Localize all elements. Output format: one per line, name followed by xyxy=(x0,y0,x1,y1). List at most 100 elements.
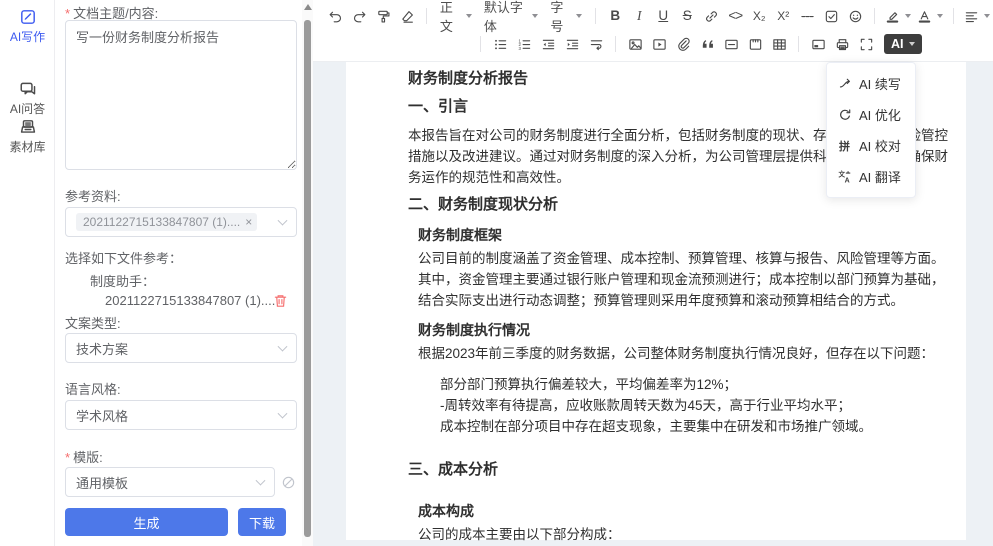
topic-input[interactable]: 写一份财务制度分析报告 xyxy=(65,20,297,170)
underline-icon[interactable]: U xyxy=(652,5,674,27)
sidebar-item-label: AI写作 xyxy=(0,28,55,45)
video-icon[interactable] xyxy=(648,33,670,55)
undo-icon[interactable] xyxy=(324,5,346,27)
inline-code-icon[interactable]: <> xyxy=(724,5,746,27)
download-button[interactable]: 下载 xyxy=(238,508,286,536)
fullscreen-icon[interactable] xyxy=(855,33,877,55)
remove-tag-icon[interactable] xyxy=(245,215,252,229)
style-label: 语言风格: xyxy=(65,379,121,398)
template-status-icon xyxy=(281,475,296,490)
scroll-up-arrow-icon[interactable] xyxy=(304,4,312,10)
ai-translate-icon: 文A xyxy=(837,169,852,184)
reference-select[interactable]: 2021122715133847807 (1).... xyxy=(65,207,297,237)
ai-menu-item-label: AI 续写 xyxy=(859,74,901,93)
todo-list-icon[interactable] xyxy=(820,5,842,27)
ai-menu-item[interactable]: AI 优化 xyxy=(827,99,915,130)
chevron-down-icon xyxy=(256,476,266,486)
doc-paragraph: 根据2023年前三季度的财务数据，公司整体财务制度执行情况良好，但存在以下问题： xyxy=(408,343,956,364)
doc-type-select[interactable]: 技术方案 xyxy=(65,333,297,363)
sidebar: AI写作 AI问答素材库 xyxy=(0,0,55,546)
toolbar-divider xyxy=(953,8,954,24)
table-icon[interactable] xyxy=(768,33,790,55)
ai-menu-item-label: AI 优化 xyxy=(859,105,901,124)
editor: 正文默认字体字号BIUS<>X₂X² 123AI 财务制度分析报告一、引言本报告… xyxy=(313,0,993,546)
sidebar-item-3[interactable]: 素材库 xyxy=(0,118,55,155)
strikethrough-icon[interactable]: S xyxy=(676,5,698,27)
file-row: 2021122715133847807 (1).... xyxy=(55,293,302,308)
ai-menu-item[interactable]: 拼AI 校对 xyxy=(827,130,915,161)
caret-down-icon xyxy=(905,14,911,18)
toolbar-divider xyxy=(798,36,799,52)
required-asterisk: * xyxy=(65,6,70,21)
card-icon[interactable] xyxy=(807,33,829,55)
attachment-icon[interactable] xyxy=(672,33,694,55)
write-icon xyxy=(19,8,37,26)
bullet-list-icon[interactable] xyxy=(489,33,511,55)
doc-heading: 三、成本分析 xyxy=(408,459,956,481)
doc-list: 部分部门预算执行偏差较大，平均偏差率为12%；-周转效率有待提高，应收账款周转天… xyxy=(408,374,956,437)
align-icon[interactable] xyxy=(962,5,992,27)
toolbar-select[interactable]: 默认字体 xyxy=(484,0,539,35)
redo-icon[interactable] xyxy=(348,5,370,27)
ai-menu-item-label: AI 翻译 xyxy=(859,167,901,186)
library-icon xyxy=(19,118,37,136)
highlight-color-icon[interactable] xyxy=(883,5,913,27)
sidebar-item-label: 素材库 xyxy=(0,138,55,155)
format-painter-icon[interactable] xyxy=(372,5,394,27)
bold-icon[interactable]: B xyxy=(604,5,626,27)
required-asterisk: * xyxy=(65,450,70,465)
doc-list-item: 成本控制在部分项目中存在超支现象，主要集中在研发和市场推广领域。 xyxy=(440,416,956,437)
ai-menu-button[interactable]: AI xyxy=(884,34,922,54)
caret-down-icon xyxy=(937,14,943,18)
caret-down-icon xyxy=(984,14,990,18)
sidebar-item-1[interactable]: AI写作 xyxy=(0,8,55,45)
toolbar-divider xyxy=(615,36,616,52)
emoji-icon[interactable] xyxy=(844,5,866,27)
assistant-label: 制度助手： xyxy=(90,271,155,290)
eraser-icon[interactable] xyxy=(396,5,418,27)
sidebar-item-2[interactable]: AI问答 xyxy=(0,80,55,117)
reference-tag: 2021122715133847807 (1).... xyxy=(76,213,257,231)
trash-icon[interactable] xyxy=(273,293,288,308)
font-color-icon[interactable] xyxy=(915,5,945,27)
toolbar-divider xyxy=(874,8,875,24)
ai-menu-item[interactable]: AI 续写 xyxy=(827,68,915,99)
print-icon[interactable] xyxy=(831,33,853,55)
line-wrap-icon[interactable] xyxy=(585,33,607,55)
ai-continue-icon xyxy=(837,76,852,91)
page-break-icon[interactable] xyxy=(744,33,766,55)
reference-label: 参考资料: xyxy=(65,186,121,205)
superscript-icon[interactable]: X² xyxy=(772,5,794,27)
form-panel: *文档主题/内容: 写一份财务制度分析报告 参考资料: 202112271513… xyxy=(55,0,302,546)
ordered-list-icon[interactable]: 123 xyxy=(513,33,535,55)
chevron-down-icon xyxy=(278,409,288,419)
toolbar-divider xyxy=(595,8,596,24)
sidebar-item-label: AI问答 xyxy=(0,100,55,117)
horizontal-rule-icon[interactable] xyxy=(796,5,818,27)
italic-icon[interactable]: I xyxy=(628,5,650,27)
chevron-down-icon xyxy=(278,216,288,226)
caret-down-icon xyxy=(466,14,472,18)
svg-text:A: A xyxy=(844,177,849,183)
toolbar-select[interactable]: 字号 xyxy=(550,0,582,35)
indent-increase-icon[interactable] xyxy=(561,33,583,55)
toolbar-select[interactable]: 正文 xyxy=(440,0,472,35)
link-icon[interactable] xyxy=(700,5,722,27)
toolbar-divider xyxy=(480,36,481,52)
divider-block-icon[interactable] xyxy=(720,33,742,55)
style-select[interactable]: 学术风格 xyxy=(65,400,297,430)
ai-menu-item-label: AI 校对 xyxy=(859,136,901,155)
template-select[interactable]: 通用模板 xyxy=(65,467,275,497)
subscript-icon[interactable]: X₂ xyxy=(748,5,770,27)
image-icon[interactable] xyxy=(624,33,646,55)
doc-paragraph: 公司目前的制度涵盖了资金管理、成本控制、预算管理、核算与报告、风险管理等方面。其… xyxy=(408,248,956,311)
doc-heading: 财务制度执行情况 xyxy=(408,320,956,340)
panel-scrollbar[interactable] xyxy=(302,0,313,546)
generate-button[interactable]: 生成 xyxy=(65,508,228,536)
blockquote-icon[interactable] xyxy=(696,33,718,55)
ai-menu-item[interactable]: 文A AI 翻译 xyxy=(827,161,915,192)
scrollbar-thumb[interactable] xyxy=(304,20,311,537)
caret-down-icon xyxy=(532,14,538,18)
toolbar-divider xyxy=(426,8,427,24)
indent-decrease-icon[interactable] xyxy=(537,33,559,55)
